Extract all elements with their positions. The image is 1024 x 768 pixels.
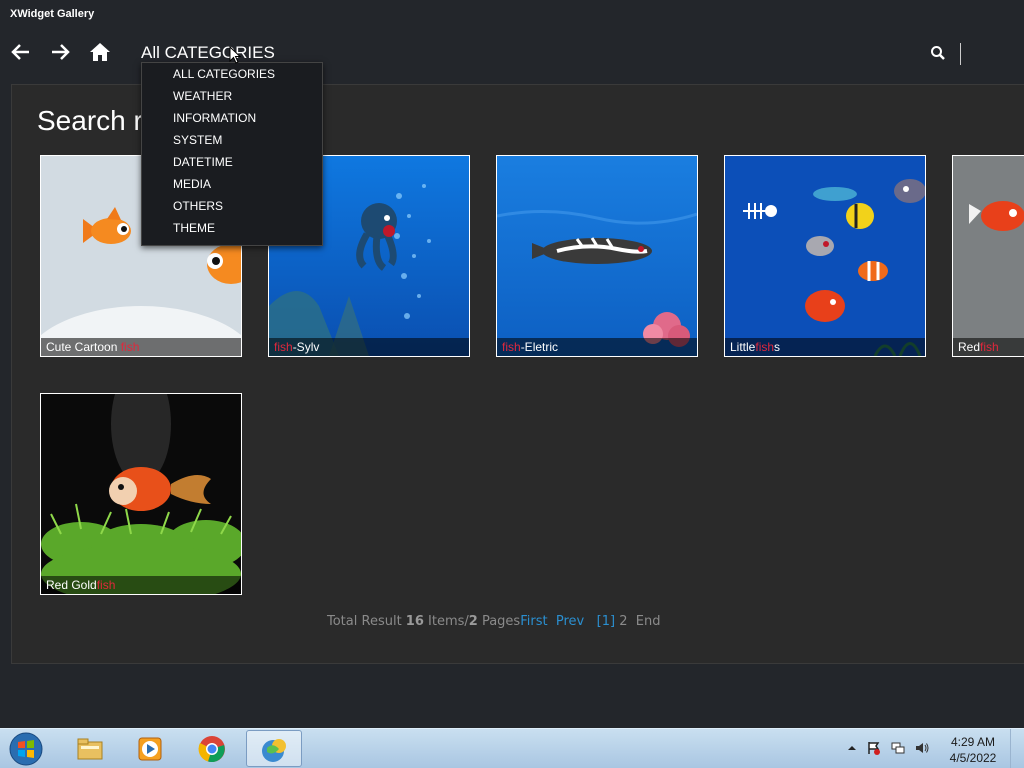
pagination: Total Result 16 Items/2 PagesFirst Prev … xyxy=(327,614,660,629)
search-input[interactable] xyxy=(960,43,1024,65)
items-label: Items/ xyxy=(423,614,469,629)
dropdown-item-theme[interactable]: THEME xyxy=(173,221,215,235)
end-page-link[interactable]: End xyxy=(636,614,661,629)
caption-highlight: fish xyxy=(502,340,521,354)
home-icon xyxy=(90,43,110,61)
dropdown-item-datetime[interactable]: DATETIME xyxy=(173,155,233,169)
caption-highlight: fish xyxy=(274,340,293,354)
items-count: 16 xyxy=(405,614,424,629)
widget-caption: fish-Eletric xyxy=(497,338,697,356)
windows-explorer-icon xyxy=(77,738,103,760)
caption-suffix: -Eletric xyxy=(520,340,559,354)
caption-highlight: fish xyxy=(120,340,140,354)
widget-thumbnail xyxy=(41,394,241,594)
mouse-cursor-icon xyxy=(229,46,241,64)
caption-highlight: fish xyxy=(755,340,775,354)
taskbar-explorer[interactable] xyxy=(62,730,118,767)
category-dropdown: ALL CATEGORIES WEATHER INFORMATION SYSTE… xyxy=(141,62,323,246)
clock-time: 4:29 AM xyxy=(950,735,996,749)
first-page-link[interactable]: First xyxy=(520,614,547,629)
taskbar: 4:29 AM 4/5/2022 xyxy=(0,728,1024,768)
show-desktop-button[interactable] xyxy=(1010,729,1024,768)
taskbar-chrome[interactable] xyxy=(184,730,240,767)
current-page: [1] xyxy=(596,614,616,629)
dropdown-item-information[interactable]: INFORMATION xyxy=(173,111,256,125)
widget-thumbnail xyxy=(725,156,925,356)
widget-card[interactable]: fish-Eletric xyxy=(496,155,698,357)
widget-caption: Littlefishs xyxy=(725,338,925,356)
caption-prefix: Little xyxy=(730,340,756,354)
caption-prefix: Red Gold xyxy=(46,578,97,592)
search-icon[interactable] xyxy=(930,45,946,61)
dropdown-item-weather[interactable]: WEATHER xyxy=(173,89,232,103)
widget-caption: Cute Cartoon fish xyxy=(41,338,241,356)
arrow-left-icon xyxy=(11,44,29,60)
caption-highlight: fish xyxy=(980,340,999,354)
caption-suffix: s xyxy=(774,340,781,354)
xwidget-icon xyxy=(262,739,286,762)
arrow-right-icon xyxy=(52,44,70,60)
caption-highlight: fish xyxy=(96,578,116,592)
category-select[interactable]: All CATEGORIES xyxy=(141,43,275,63)
dropdown-item-all-categories[interactable]: ALL CATEGORIES xyxy=(173,67,275,81)
media-player-icon xyxy=(138,737,162,761)
widget-caption: fish-Sylv xyxy=(269,338,469,356)
dropdown-item-others[interactable]: OTHERS xyxy=(173,199,223,213)
caption-prefix: Cute Cartoon xyxy=(46,340,121,354)
clock-date: 4/5/2022 xyxy=(949,751,997,765)
pages-label: Pages xyxy=(477,614,521,629)
widget-thumbnail xyxy=(497,156,697,356)
caption-suffix: -Sylv xyxy=(292,340,320,354)
widget-caption: Redfish xyxy=(953,338,1024,356)
dropdown-item-system[interactable]: SYSTEM xyxy=(173,133,222,147)
pages-count: 2 xyxy=(468,614,478,629)
network-icon[interactable] xyxy=(891,741,905,755)
page-2-link[interactable]: 2 xyxy=(619,614,627,629)
dropdown-item-media[interactable]: MEDIA xyxy=(173,177,211,191)
widget-card[interactable]: Littlefishs xyxy=(724,155,926,357)
widget-caption: Red Goldfish xyxy=(41,576,241,594)
taskbar-media-player[interactable] xyxy=(122,730,178,767)
forward-button[interactable] xyxy=(48,40,72,64)
prev-page-link[interactable]: Prev xyxy=(556,614,584,629)
widget-card[interactable]: Redfish xyxy=(952,155,1024,357)
page-title: Search r xyxy=(37,105,143,136)
widget-card[interactable]: Red Goldfish xyxy=(40,393,242,595)
show-hidden-icons-icon[interactable] xyxy=(845,741,859,755)
system-clock[interactable]: 4:29 AM 4/5/2022 xyxy=(944,734,1002,766)
widget-thumbnail xyxy=(953,156,1024,356)
windows-start-icon[interactable] xyxy=(6,731,46,767)
home-button[interactable] xyxy=(88,40,112,64)
caption-prefix: Red xyxy=(958,340,981,354)
window-title: XWidget Gallery xyxy=(10,8,95,20)
title-bar: XWidget Gallery xyxy=(0,0,1024,30)
chrome-icon xyxy=(198,736,225,763)
action-center-flag-icon[interactable] xyxy=(867,741,881,755)
back-button[interactable] xyxy=(9,40,33,64)
taskbar-xwidget[interactable] xyxy=(246,730,302,767)
total-label: Total Result xyxy=(327,614,406,629)
volume-icon[interactable] xyxy=(915,741,929,755)
